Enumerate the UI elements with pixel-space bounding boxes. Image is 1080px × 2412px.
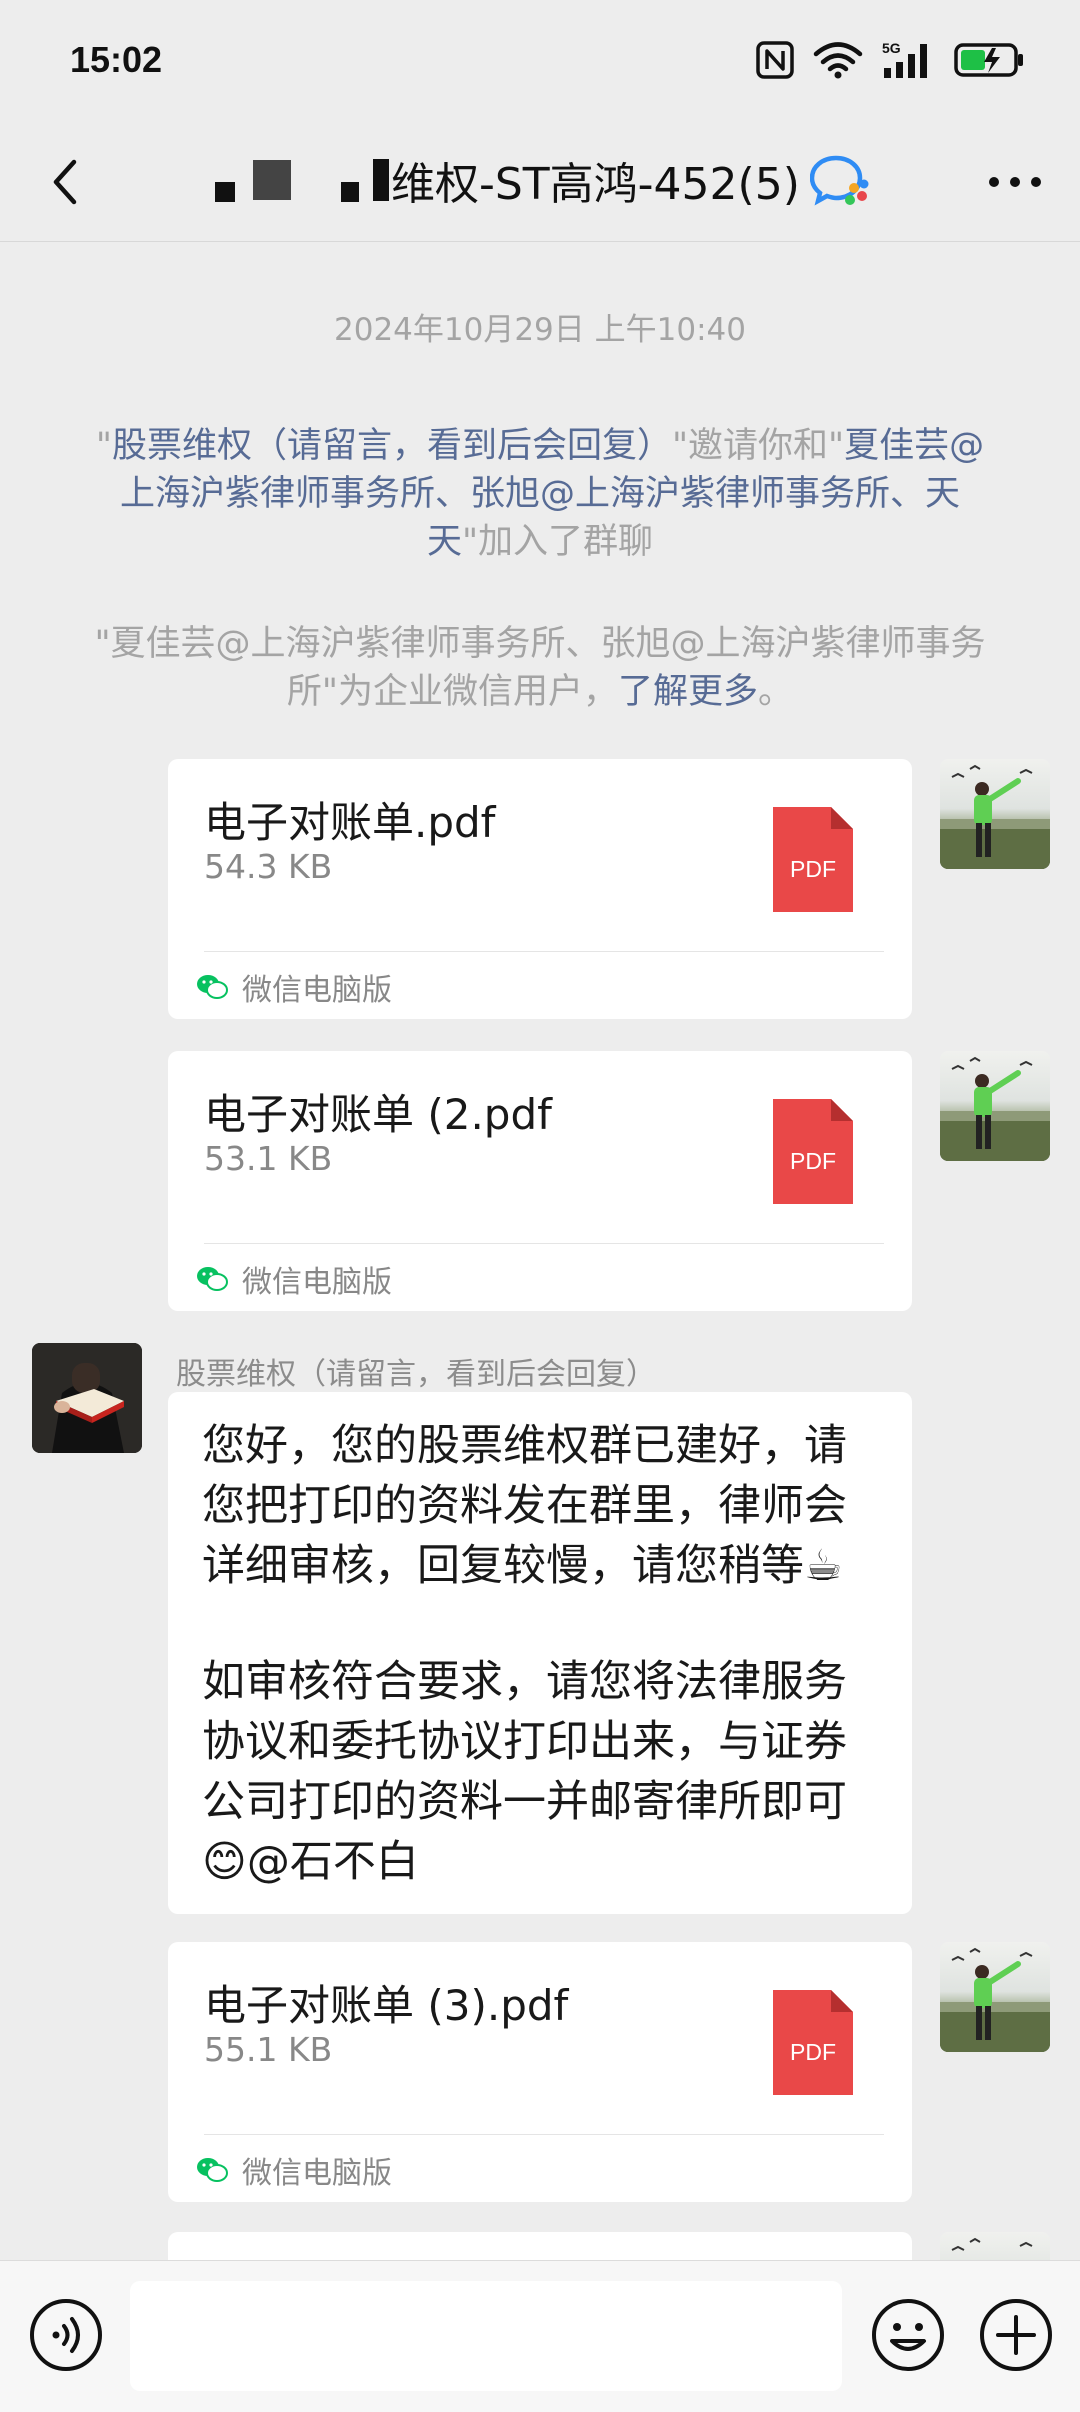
file-name: 电子对账单 (2.pdf xyxy=(204,1090,552,1139)
wechat-icon xyxy=(197,2158,228,2182)
avatar-photo xyxy=(32,1343,142,1453)
avatar[interactable] xyxy=(940,1942,1050,2052)
text-message-bubble[interactable]: 您好，您的股票维权群已建好，请您把打印的资料发在群里，律师会详细审核，回复较慢，… xyxy=(168,1392,912,1914)
file-name: 电子对账单 (3).pdf xyxy=(204,1981,569,2030)
network-type-label: 5G xyxy=(882,40,901,56)
pdf-file-icon: PDF xyxy=(773,1990,853,2095)
avatar[interactable] xyxy=(940,1051,1050,1161)
chat-title-text: 维权-ST高鸿-452(5) xyxy=(391,159,800,210)
avatar[interactable] xyxy=(940,759,1050,869)
card-source: 微信电脑版 xyxy=(196,965,392,1009)
wechat-icon xyxy=(197,975,228,999)
wifi-icon xyxy=(813,42,863,79)
source-label: 微信电脑版 xyxy=(242,1265,392,1300)
invite-text-end: "加入了群聊 xyxy=(461,522,654,562)
pdf-file-icon: PDF xyxy=(773,1099,853,1204)
voice-icon[interactable] xyxy=(28,2297,104,2373)
card-divider xyxy=(204,1243,884,1244)
system-wecom-message: "夏佳芸@上海沪紫律师事务所、张旭@上海沪紫律师事务所"为企业微信用户，了解更多… xyxy=(80,620,1000,716)
message-paragraph: 您好，您的股票维权群已建好，请您把打印的资料发在群里，律师会详细审核，回复较慢，… xyxy=(202,1421,847,1591)
avatar[interactable] xyxy=(32,1343,142,1453)
battery-icon xyxy=(954,43,1023,77)
plus-icon[interactable] xyxy=(978,2297,1054,2373)
more-dots-icon[interactable] xyxy=(980,152,1050,212)
pdf-badge-label: PDF xyxy=(790,856,836,882)
avatar-photo xyxy=(940,1947,1050,2052)
message-timestamp: 2024年10月29日 上午10:40 xyxy=(334,312,746,348)
file-size: 55.1 KB xyxy=(204,2030,333,2069)
card-source: 微信电脑版 xyxy=(196,2148,392,2192)
avatar-photo xyxy=(940,1056,1050,1161)
wecom-notice-text: "夏佳芸@上海沪紫律师事务所、张旭@上海沪紫律师事务所"为企业微信用户， xyxy=(94,624,986,712)
pdf-badge-label: PDF xyxy=(790,2039,836,2065)
separator: 、 xyxy=(434,474,470,514)
file-size: 54.3 KB xyxy=(204,847,333,886)
pdf-file-icon: PDF xyxy=(773,807,853,912)
redaction-block xyxy=(373,159,389,201)
avatar-photo xyxy=(951,2237,1033,2251)
chat-input-bar xyxy=(0,2260,1080,2412)
nfc-icon xyxy=(756,41,794,79)
source-label: 微信电脑版 xyxy=(242,973,392,1008)
status-icons: 5G xyxy=(756,40,1024,80)
inviter-link[interactable]: 股票维权（请留言，看到后会回复） xyxy=(112,426,672,466)
chat-messages[interactable]: 2024年10月29日 上午10:40 "股票维权（请留言，看到后会回复）"邀请… xyxy=(0,242,1080,2260)
status-bar: 15:02 5G xyxy=(0,0,1080,120)
wecom-group-icon xyxy=(809,155,869,206)
separator: 、 xyxy=(890,474,926,514)
wecom-notice-end: 。 xyxy=(758,672,794,712)
system-invite-message: "股票维权（请留言，看到后会回复）"邀请你和"夏佳芸@上海沪紫律师事务所、张旭@… xyxy=(80,422,1000,566)
avatar[interactable] xyxy=(940,2232,1050,2260)
emoji-icon[interactable] xyxy=(870,2297,946,2373)
learn-more-link[interactable]: 了解更多 xyxy=(618,672,758,712)
invitee-link[interactable]: 张旭@上海沪紫律师事务所 xyxy=(470,474,890,514)
message-paragraph: 如审核符合要求，请您将法律服务协议和委托协议打印出来，与证券公司打印的资料一并邮… xyxy=(202,1657,847,1887)
card-divider xyxy=(204,951,884,952)
pdf-badge-label: PDF xyxy=(790,1148,836,1174)
source-label: 微信电脑版 xyxy=(242,2156,392,2191)
status-time: 15:02 xyxy=(70,39,163,80)
chat-title: 维权-ST高鸿-452(5) xyxy=(215,142,872,218)
file-name: 电子对账单.pdf xyxy=(204,798,496,847)
card-source: 微信电脑版 xyxy=(196,1257,392,1301)
cellular-signal-icon: 5G xyxy=(882,40,927,78)
avatar-photo xyxy=(940,764,1050,869)
chat-header: 维权-ST高鸿-452(5) xyxy=(0,120,1080,242)
sender-name: 股票维权（请留言，看到后会回复） xyxy=(176,1357,656,1392)
wechat-icon xyxy=(197,1267,228,1291)
invite-text: "邀请你和" xyxy=(671,426,845,466)
file-message-card[interactable]: 电子对账单 (2.pdf 53.1 KB PDF 微信电脑版 xyxy=(168,1051,912,1311)
redaction-block xyxy=(253,160,291,200)
quote-mark: " xyxy=(95,426,112,466)
back-icon[interactable] xyxy=(38,152,98,212)
file-message-card[interactable]: 电子对账单 (3).pdf 55.1 KB PDF 微信电脑版 xyxy=(168,1942,912,2202)
file-size: 53.1 KB xyxy=(204,1139,333,1178)
redaction-block xyxy=(215,182,235,202)
file-message-card[interactable]: 电子对账单.pdf 54.3 KB PDF 微信电脑版 xyxy=(168,759,912,1019)
card-divider xyxy=(204,2134,884,2135)
redaction-block xyxy=(341,182,359,202)
file-message-card-partial[interactable] xyxy=(168,2232,912,2260)
message-input[interactable] xyxy=(130,2281,842,2391)
